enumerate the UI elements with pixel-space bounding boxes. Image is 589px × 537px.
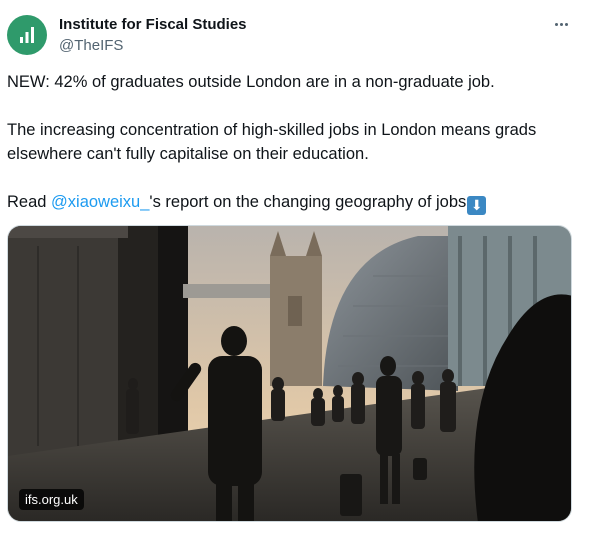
tweet-line-2b: elsewhere can't fully capitalise on thei… [7,145,369,163]
mention-link[interactable]: @xiaoweixu_ [51,193,149,211]
tweet-line-2a: The increasing concentration of high-ski… [7,121,537,139]
tweet-text: NEW: 42% of graduates outside London are… [7,70,579,215]
down-arrow-emoji-icon: ⬇ [467,196,487,215]
account-name[interactable]: Institute for Fiscal Studies [59,16,247,33]
more-options-icon[interactable] [551,16,571,32]
account-avatar[interactable] [7,15,47,55]
tweet-media-image[interactable]: ifs.org.uk [7,225,572,522]
london-street-photo [8,226,571,521]
ifs-logo-icon [20,27,34,43]
report-text: 's report on the changing geography of j… [149,193,467,211]
account-handle[interactable]: @TheIFS [59,37,123,54]
more-dot [554,22,558,26]
tweet-line-3: Read @xiaoweixu_'s report on the changin… [7,190,579,215]
more-dot [559,22,563,26]
more-dot [564,22,568,26]
tweet-line-1: NEW: 42% of graduates outside London are… [7,73,495,91]
read-prefix: Read [7,193,52,211]
link-domain-badge[interactable]: ifs.org.uk [19,489,84,510]
